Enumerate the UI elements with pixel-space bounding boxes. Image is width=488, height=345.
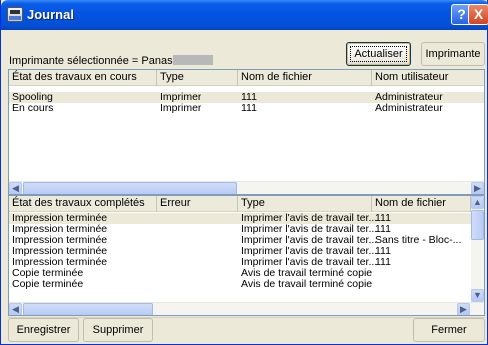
- completed-jobs-list[interactable]: État des travaux complétés Erreur Type N…: [8, 195, 485, 316]
- close-button[interactable]: Fermer: [413, 318, 485, 342]
- printer-name-redacted: [173, 55, 213, 65]
- completed-jobs-header: État des travaux complétés Erreur Type N…: [9, 196, 484, 212]
- scroll-right-icon[interactable]: ▶: [471, 182, 484, 194]
- cell-filename: 111: [241, 92, 257, 103]
- delete-button[interactable]: Supprimer: [83, 318, 153, 342]
- completed-jobs-hscrollbar[interactable]: ◀ ▶: [9, 302, 484, 315]
- scroll-right-icon[interactable]: ▶: [457, 303, 470, 315]
- column-header-filename[interactable]: Nom de fichier: [238, 70, 372, 86]
- table-row[interactable]: Impression terminée Imprimer l'avis de t…: [9, 213, 471, 224]
- cell-type: Avis de travail terminé copie: [241, 268, 373, 279]
- journal-window: Journal ? X Imprimante sélectionnée = Pa…: [0, 0, 488, 345]
- current-jobs-hscrollbar[interactable]: ◀ ▶: [9, 181, 484, 194]
- journal-icon: [7, 7, 23, 22]
- cell-status: Copie terminée: [12, 279, 84, 290]
- cell-status: Impression terminée: [12, 235, 108, 246]
- focus-rectangle: [350, 46, 407, 62]
- cell-type: Imprimer: [160, 103, 202, 114]
- selected-printer-label: Imprimante sélectionnée = Panasonic: [9, 55, 193, 67]
- title-bar[interactable]: Journal ? X: [1, 0, 488, 30]
- table-row[interactable]: Copie terminée Avis de travail terminé c…: [9, 279, 471, 290]
- scroll-up-icon[interactable]: ▲: [471, 196, 484, 209]
- table-row[interactable]: Copie terminée Avis de travail terminé c…: [9, 268, 471, 279]
- cell-type: Imprimer l'avis de travail ter...: [241, 246, 378, 257]
- cell-status: Impression terminée: [12, 213, 108, 224]
- cell-filename: 111: [241, 103, 257, 114]
- cell-status: Spooling: [12, 92, 53, 103]
- table-row[interactable]: Spooling Imprimer 111 Administrateur: [9, 92, 484, 103]
- cell-status: Copie terminée: [12, 268, 84, 279]
- cell-type: Avis de travail terminé copie: [241, 279, 373, 290]
- cell-filename: 111: [375, 257, 391, 268]
- table-row[interactable]: Impression terminée Imprimer l'avis de t…: [9, 235, 471, 246]
- cell-username: Administrateur: [375, 103, 443, 114]
- cell-username: Administrateur: [375, 92, 443, 103]
- cell-type: Imprimer: [160, 92, 202, 103]
- cell-filename: 111: [375, 213, 391, 224]
- column-header-error[interactable]: Erreur: [157, 196, 238, 212]
- completed-jobs-vscrollbar[interactable]: ▲ ▼: [471, 196, 484, 302]
- cell-status: Impression terminée: [12, 257, 108, 268]
- cell-type: Imprimer l'avis de travail ter...: [241, 213, 378, 224]
- cell-type: Imprimer l'avis de travail ter...: [241, 257, 378, 268]
- column-header-completed-status[interactable]: État des travaux complétés: [9, 196, 157, 212]
- current-jobs-header: État des travaux en cours Type Nom de fi…: [9, 70, 484, 86]
- cell-filename: 111: [375, 246, 391, 257]
- table-row[interactable]: Impression terminée Imprimer l'avis de t…: [9, 224, 471, 235]
- cell-filename: Sans titre - Bloc-...: [375, 235, 462, 246]
- close-icon[interactable]: X: [468, 4, 488, 25]
- cell-status: En cours: [12, 103, 54, 114]
- scroll-thumb[interactable]: [23, 303, 153, 315]
- cell-type: Imprimer l'avis de travail ter...: [241, 224, 378, 235]
- cell-status: Impression terminée: [12, 224, 108, 235]
- cell-type: Imprimer l'avis de travail ter...: [241, 235, 378, 246]
- refresh-button[interactable]: Actualiser: [346, 42, 411, 66]
- scroll-down-icon[interactable]: ▼: [471, 289, 484, 302]
- scroll-thumb[interactable]: [23, 182, 237, 194]
- table-row[interactable]: En cours Imprimer 111 Administrateur: [9, 103, 484, 114]
- column-header-filename[interactable]: Nom de fichier: [372, 196, 471, 212]
- save-button[interactable]: Enregistrer: [8, 318, 79, 342]
- window-title: Journal: [27, 7, 74, 22]
- scroll-left-icon[interactable]: ◀: [9, 182, 22, 194]
- scroll-thumb[interactable]: [471, 210, 484, 240]
- column-header-current-status[interactable]: État des travaux en cours: [9, 70, 157, 86]
- scroll-left-icon[interactable]: ◀: [9, 303, 22, 315]
- table-row[interactable]: Impression terminée Imprimer l'avis de t…: [9, 246, 471, 257]
- printer-button[interactable]: Imprimante: [421, 42, 485, 66]
- column-header-username[interactable]: Nom utilisateur: [372, 70, 484, 86]
- column-header-type[interactable]: Type: [238, 196, 372, 212]
- cell-filename: 111: [375, 224, 391, 235]
- column-header-type[interactable]: Type: [157, 70, 238, 86]
- current-jobs-list[interactable]: État des travaux en cours Type Nom de fi…: [8, 69, 485, 195]
- table-row[interactable]: Impression terminée Imprimer l'avis de t…: [9, 257, 471, 268]
- cell-status: Impression terminée: [12, 246, 108, 257]
